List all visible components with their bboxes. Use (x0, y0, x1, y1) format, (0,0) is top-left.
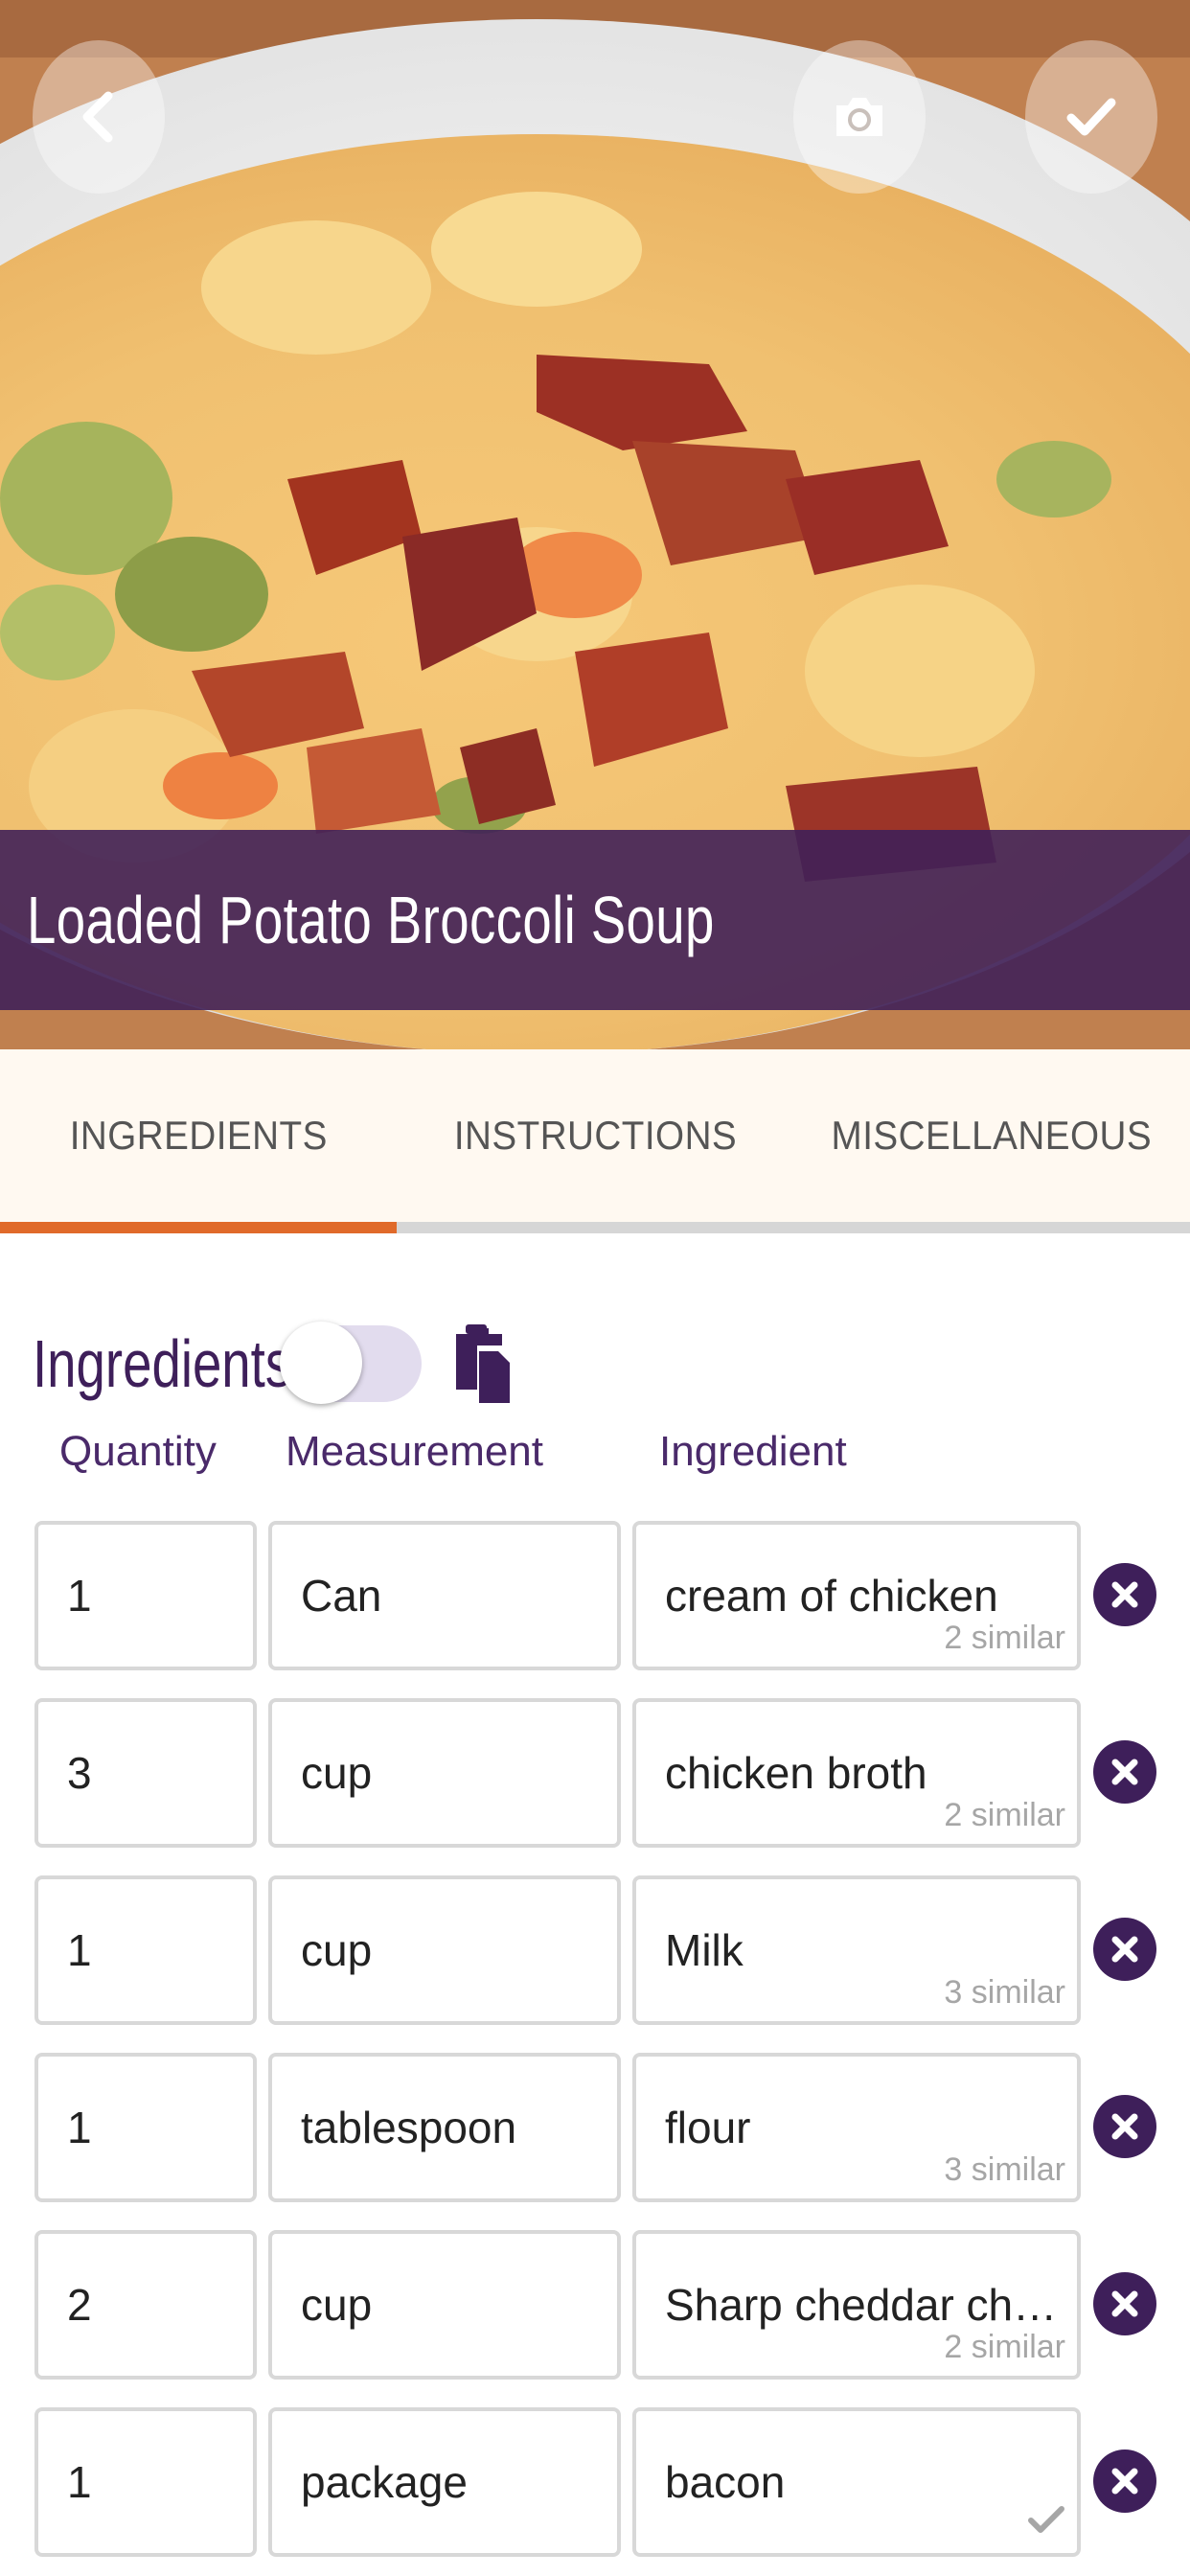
ingredient-row: 1 cup Milk 3 similar (0, 1875, 1190, 2031)
ingredient-input[interactable]: cream of chicken 2 similar (632, 1521, 1081, 1670)
similar-count[interactable]: 3 similar (944, 2151, 1065, 2189)
tab-ingredients-label: INGREDIENTS (69, 1113, 328, 1158)
ingredient-row: 1 package bacon (0, 2407, 1190, 2563)
ingredients-toggle[interactable] (280, 1322, 422, 1406)
ingredient-row: 3 cup chicken broth 2 similar (0, 1698, 1190, 1853)
measurement-input[interactable]: Can (268, 1521, 621, 1670)
tab-bar: INGREDIENTS INSTRUCTIONS MISCELLANEOUS (0, 1049, 1190, 1222)
ingredients-header: Ingredients (33, 1311, 515, 1416)
remove-ingredient-button[interactable] (1093, 1740, 1156, 1804)
back-button[interactable] (33, 40, 165, 194)
measurement-input[interactable]: cup (268, 1875, 621, 2025)
quantity-input[interactable]: 1 (34, 2407, 257, 2557)
close-icon (1111, 1581, 1138, 1608)
tab-miscellaneous[interactable]: MISCELLANEOUS (793, 1049, 1190, 1222)
ingredient-value: cream of chicken (665, 1571, 998, 1621)
remove-ingredient-button[interactable] (1093, 2272, 1156, 2335)
measurement-input[interactable]: package (268, 2407, 621, 2557)
clipboard-paste-icon (456, 1324, 510, 1403)
quantity-input[interactable]: 1 (34, 1521, 257, 1670)
matched-check-icon (1027, 2494, 1065, 2545)
ingredient-value: flour (665, 2103, 751, 2152)
toggle-thumb (280, 1322, 362, 1404)
tab-track (0, 1222, 1190, 1233)
camera-button[interactable] (793, 40, 926, 194)
close-icon (1111, 2290, 1138, 2317)
ingredient-value: Milk (665, 1925, 744, 1975)
similar-count[interactable]: 2 similar (944, 1797, 1065, 1834)
close-icon (1111, 2113, 1138, 2140)
remove-ingredient-button[interactable] (1093, 1918, 1156, 1981)
checkmark-icon (1066, 98, 1116, 136)
close-icon (1111, 1936, 1138, 1963)
close-icon (1111, 2468, 1138, 2495)
ingredient-value: bacon (665, 2457, 786, 2507)
quantity-input[interactable]: 3 (34, 1698, 257, 1848)
ingredient-row: 1 Can cream of chicken 2 similar (0, 1521, 1190, 1676)
ingredient-input[interactable]: Milk 3 similar (632, 1875, 1081, 2025)
quantity-input[interactable]: 1 (34, 1875, 257, 2025)
save-button[interactable] (1025, 40, 1157, 194)
tab-instructions-label: INSTRUCTIONS (453, 1113, 737, 1158)
similar-count[interactable]: 2 similar (944, 2329, 1065, 2366)
recipe-edit-screen: Loaded Potato Broccoli Soup INGREDIENTS … (0, 0, 1190, 2576)
remove-ingredient-button[interactable] (1093, 1563, 1156, 1626)
tab-instructions[interactable]: INSTRUCTIONS (397, 1049, 793, 1222)
active-tab-indicator (0, 1222, 397, 1233)
measurement-input[interactable]: tablespoon (268, 2053, 621, 2202)
similar-count[interactable]: 2 similar (944, 1620, 1065, 1657)
ingredient-input[interactable]: chicken broth 2 similar (632, 1698, 1081, 1848)
column-header-measurement: Measurement (286, 1428, 544, 1475)
ingredient-row: 2 cup Sharp cheddar che... 2 similar (0, 2230, 1190, 2385)
similar-count[interactable]: 3 similar (944, 1974, 1065, 2012)
column-header-ingredient: Ingredient (659, 1428, 847, 1475)
tab-miscellaneous-label: MISCELLANEOUS (831, 1113, 1153, 1158)
measurement-input[interactable]: cup (268, 2230, 621, 2380)
recipe-title[interactable]: Loaded Potato Broccoli Soup (27, 882, 715, 958)
quantity-input[interactable]: 1 (34, 2053, 257, 2202)
paste-button[interactable] (448, 1322, 515, 1405)
remove-ingredient-button[interactable] (1093, 2095, 1156, 2158)
tab-ingredients[interactable]: INGREDIENTS (0, 1049, 397, 1222)
ingredient-row: 1 tablespoon flour 3 similar (0, 2053, 1190, 2208)
ingredient-value: Sharp cheddar che... (665, 2280, 1064, 2330)
measurement-input[interactable]: cup (268, 1698, 621, 1848)
quantity-input[interactable]: 2 (34, 2230, 257, 2380)
remove-ingredient-button[interactable] (1093, 2450, 1156, 2513)
chevron-left-icon (82, 91, 113, 143)
column-headers: Quantity Measurement Ingredient (0, 1428, 1190, 1485)
close-icon (1111, 1759, 1138, 1785)
ingredient-input[interactable]: Sharp cheddar che... 2 similar (632, 2230, 1081, 2380)
camera-icon (836, 98, 882, 136)
ingredient-value: chicken broth (665, 1748, 927, 1798)
recipe-title-banner: Loaded Potato Broccoli Soup (0, 830, 1190, 1010)
recipe-photo: Loaded Potato Broccoli Soup (0, 0, 1190, 1049)
ingredient-input[interactable]: bacon (632, 2407, 1081, 2557)
section-title: Ingredients (33, 1326, 292, 1401)
ingredient-input[interactable]: flour 3 similar (632, 2053, 1081, 2202)
column-header-quantity: Quantity (59, 1428, 217, 1475)
